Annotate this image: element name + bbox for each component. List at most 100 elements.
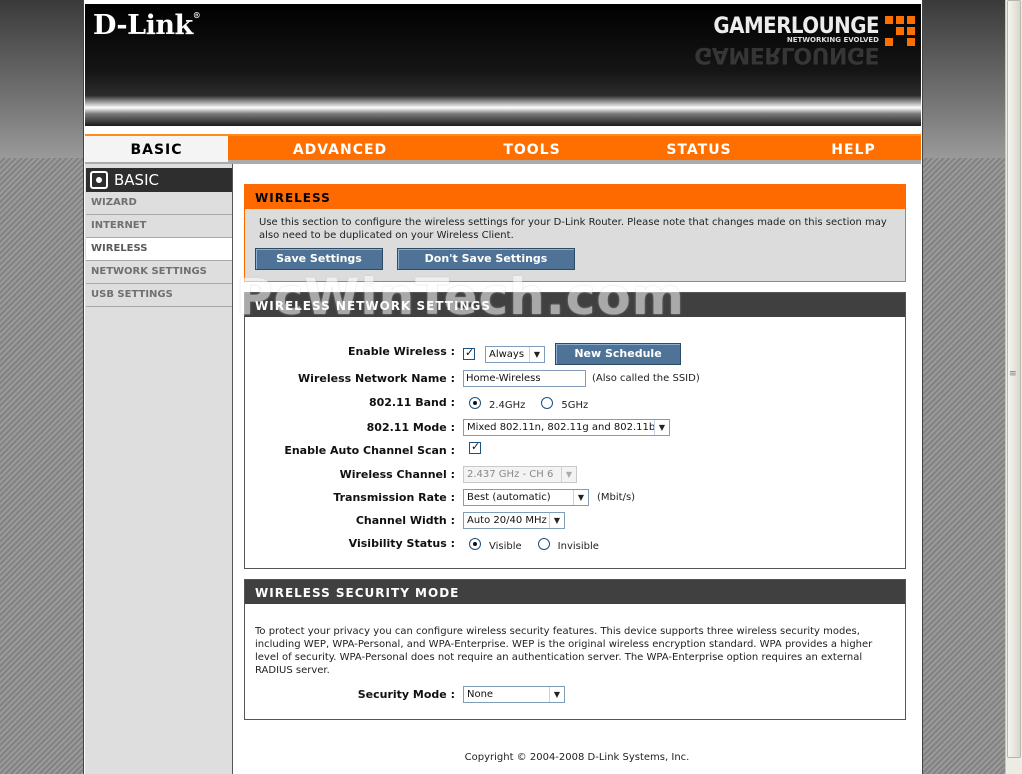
save-settings-button[interactable]: Save Settings <box>255 248 383 270</box>
chevron-down-icon: ▼ <box>654 420 669 435</box>
width-row: Channel Width : Auto 20/40 MHz ▼ <box>245 512 905 532</box>
network-name-row: Wireless Network Name : Home-Wireless (A… <box>245 370 905 390</box>
band-controls: 2.4GHz 5GHz <box>469 394 588 411</box>
logo-reg-mark: ® <box>192 10 201 20</box>
brand-reflection: GAMERLOUNGE <box>694 42 879 67</box>
wireless-section: WIRELESS Use this section to configure t… <box>244 184 906 282</box>
auto-channel-controls <box>469 440 481 454</box>
dont-save-settings-button[interactable]: Don't Save Settings <box>397 248 575 270</box>
channel-controls: 2.437 GHz - CH 6 ▼ <box>463 466 577 483</box>
enable-wireless-row: Enable Wireless : Always ▼ New Schedule <box>245 343 905 365</box>
sidebar-item-internet[interactable]: INTERNET <box>86 215 232 238</box>
security-intro-text: To protect your privacy you can configur… <box>255 626 873 676</box>
logo-text: D-Link <box>93 10 193 41</box>
rate-row: Transmission Rate : Best (automatic) ▼ (M… <box>245 489 905 509</box>
wireless-section-title: WIRELESS <box>245 185 905 209</box>
tab-tools[interactable]: TOOLS <box>452 136 612 162</box>
auto-channel-label: Enable Auto Channel Scan : <box>284 444 455 457</box>
new-schedule-button[interactable]: New Schedule <box>555 343 681 365</box>
schedule-select-value: Always <box>489 348 525 360</box>
rate-controls: Best (automatic) ▼ (Mbit/s) <box>463 489 635 506</box>
chevron-down-icon: ▼ <box>573 490 588 505</box>
chevron-down-icon: ▼ <box>549 513 564 528</box>
security-mode-select[interactable]: None ▼ <box>463 686 565 703</box>
rate-unit: (Mbit/s) <box>597 492 636 503</box>
width-label: Channel Width : <box>355 514 455 527</box>
channel-row: Wireless Channel : 2.437 GHz - CH 6 ▼ <box>245 466 905 486</box>
main-nav: BASIC ADVANCED TOOLS STATUS HELP <box>85 134 921 164</box>
network-settings-title: WIRELESS NETWORK SETTINGS <box>245 293 905 317</box>
sidebar-header: BASIC <box>86 168 232 192</box>
wireless-network-settings-section: WIRELESS NETWORK SETTINGS Enable Wireles… <box>244 292 906 569</box>
auto-channel-checkbox[interactable] <box>469 440 481 454</box>
channel-select-value: 2.437 GHz - CH 6 <box>467 469 554 480</box>
sidebar: BASIC WIZARD INTERNET WIRELESS NETWORK S… <box>85 164 233 774</box>
security-mode-controls: None ▼ <box>463 686 565 703</box>
sidebar-item-wizard[interactable]: WIZARD <box>86 192 232 215</box>
tab-help[interactable]: HELP <box>786 136 921 162</box>
channel-width-select[interactable]: Auto 20/40 MHz ▼ <box>463 512 565 529</box>
visibility-controls: Visible Invisible <box>469 535 599 552</box>
network-name-input[interactable]: Home-Wireless <box>463 370 586 387</box>
visibility-label: Visibility Status : <box>348 537 455 550</box>
width-controls: Auto 20/40 MHz ▼ <box>463 512 565 529</box>
mode-label: 802.11 Mode : <box>366 421 455 434</box>
wireless-button-row: Save Settings Don't Save Settings <box>245 242 905 270</box>
rate-select[interactable]: Best (automatic) ▼ <box>463 489 589 506</box>
channel-select: 2.437 GHz - CH 6 ▼ <box>463 466 577 483</box>
sidebar-menu: WIZARD INTERNET WIRELESS NETWORK SETTING… <box>86 192 232 307</box>
band-2-4ghz-label: 2.4GHz <box>489 400 526 411</box>
dlink-logo: D-Link® <box>93 10 201 41</box>
header-banner: D-Link® GAMERLOUNGE NETWORKING EVOLVED G… <box>85 4 921 126</box>
network-name-controls: Home-Wireless (Also called the SSID) <box>463 370 700 387</box>
gamerlounge-brand: GAMERLOUNGE NETWORKING EVOLVED GAMERLOUN… <box>694 14 915 67</box>
security-mode-label: Security Mode : <box>357 688 455 701</box>
band-label: 802.11 Band : <box>368 396 455 409</box>
sidebar-title: BASIC <box>114 171 159 189</box>
enable-wireless-controls: Always ▼ New Schedule <box>463 343 681 365</box>
rate-label: Transmission Rate : <box>333 491 455 504</box>
chevron-down-icon: ▼ <box>561 467 576 482</box>
main-content: WIRELESS Use this section to configure t… <box>233 164 921 774</box>
band-row: 802.11 Band : 2.4GHz 5GHz <box>245 394 905 414</box>
rate-select-value: Best (automatic) <box>467 492 551 503</box>
scrollbar-thumb[interactable] <box>1007 0 1021 758</box>
sidebar-item-wireless[interactable]: WIRELESS <box>86 238 232 261</box>
chevron-down-icon: ▼ <box>529 346 544 362</box>
tab-status[interactable]: STATUS <box>612 136 786 162</box>
band-5ghz-radio[interactable] <box>541 396 554 409</box>
chevron-down-icon: ▼ <box>549 687 564 702</box>
invisible-radio[interactable] <box>537 537 550 550</box>
band-2-4ghz-radio[interactable] <box>469 396 481 409</box>
security-mode-select-value: None <box>467 689 494 700</box>
wireless-intro-text: Use this section to configure the wirele… <box>259 217 887 241</box>
mode-select[interactable]: Mixed 802.11n, 802.11g and 802.11b ▼ <box>463 419 670 436</box>
visible-label: Visible <box>489 541 522 552</box>
copyright-footer: Copyright © 2004-2008 D-Link Systems, In… <box>464 752 690 763</box>
mode-controls: Mixed 802.11n, 802.11g and 802.11b ▼ <box>463 419 670 436</box>
band-5ghz-label: 5GHz <box>561 400 589 411</box>
channel-width-select-value: Auto 20/40 MHz <box>467 515 547 526</box>
sidebar-item-usb-settings[interactable]: USB SETTINGS <box>86 284 232 307</box>
schedule-select[interactable]: Always ▼ <box>485 345 545 363</box>
sidebar-item-network-settings[interactable]: NETWORK SETTINGS <box>86 261 232 284</box>
tab-basic[interactable]: BASIC <box>85 136 228 162</box>
channel-label: Wireless Channel : <box>339 468 455 481</box>
scrollbar-grip-icon: ≡ <box>1009 369 1017 379</box>
basic-section-icon <box>90 171 108 189</box>
gamerlounge-logo-icon <box>885 16 915 46</box>
mode-select-value: Mixed 802.11n, 802.11g and 802.11b <box>467 422 656 433</box>
tab-advanced[interactable]: ADVANCED <box>228 136 452 162</box>
mode-row: 802.11 Mode : Mixed 802.11n, 802.11g and… <box>245 419 905 439</box>
visibility-row: Visibility Status : Visible Invisible <box>245 535 905 555</box>
wireless-security-section: WIRELESS SECURITY MODE To protect your p… <box>244 579 906 720</box>
security-title: WIRELESS SECURITY MODE <box>245 580 905 604</box>
auto-channel-row: Enable Auto Channel Scan : <box>245 440 905 462</box>
enable-wireless-checkbox[interactable] <box>463 346 475 360</box>
visible-radio[interactable] <box>469 537 481 550</box>
enable-wireless-label: Enable Wireless : <box>347 345 455 358</box>
security-mode-row: Security Mode : None ▼ <box>245 686 905 706</box>
invisible-label: Invisible <box>557 541 599 552</box>
vertical-scrollbar[interactable]: ≡ <box>1005 0 1022 774</box>
ssid-note: (Also called the SSID) <box>592 373 700 384</box>
